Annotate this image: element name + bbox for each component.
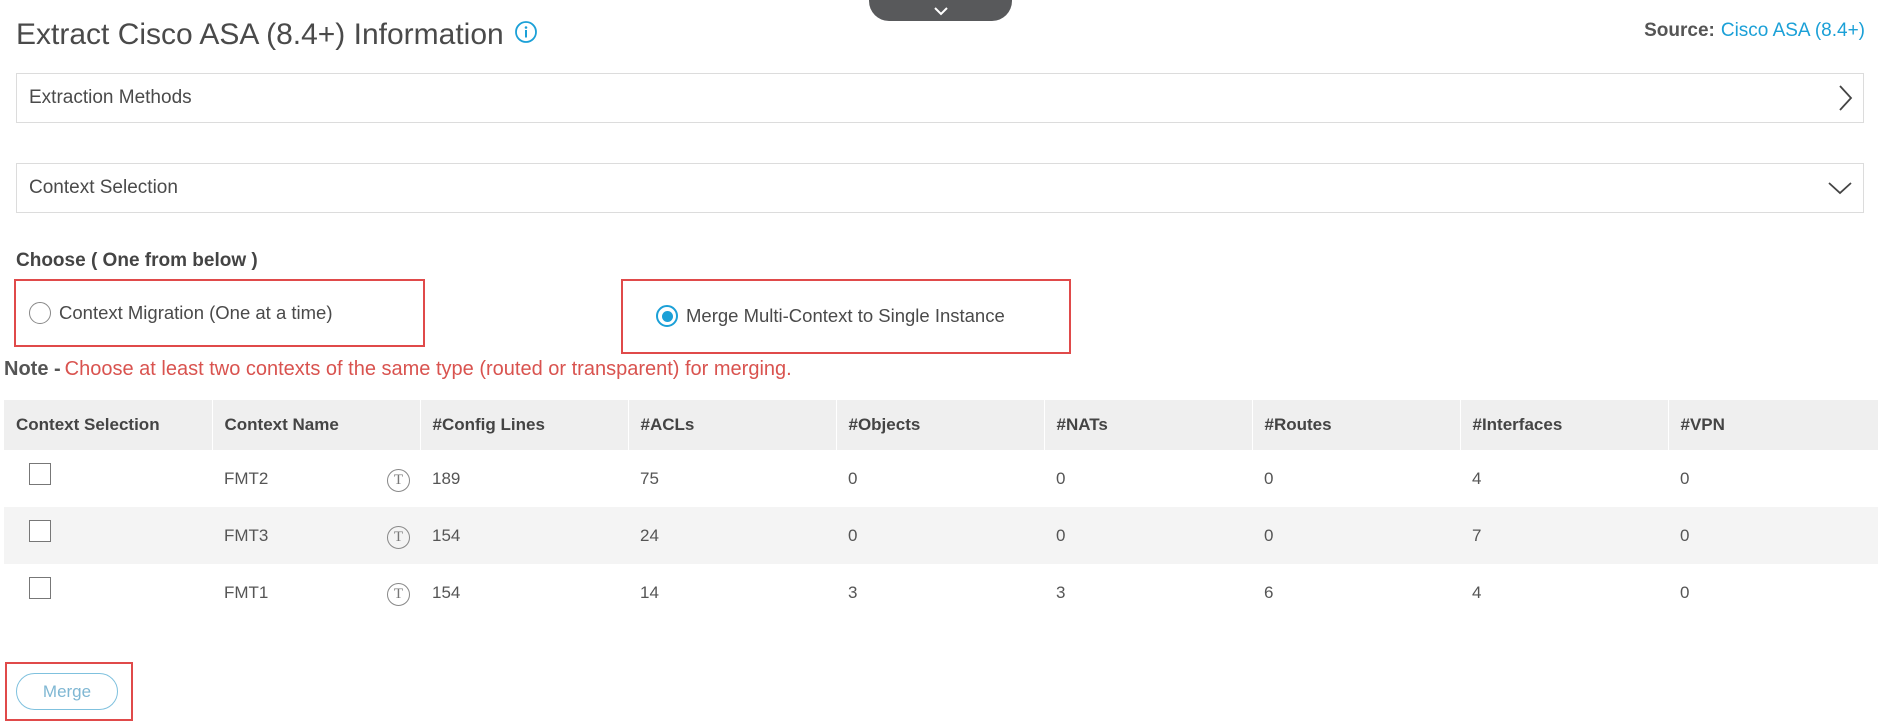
nats-cell: 0 — [1056, 468, 1066, 488]
routes-cell: 0 — [1264, 468, 1274, 488]
table-row: FMT2 T 189 75 0 0 0 4 0 — [4, 450, 1878, 507]
source-label: Source: — [1644, 20, 1715, 41]
merge-note: Note - Choose at least two contexts of th… — [4, 358, 792, 381]
transparent-type-icon: T — [387, 469, 410, 492]
chevron-down-icon — [1828, 182, 1852, 195]
vpn-cell: 0 — [1680, 468, 1690, 488]
column-header: #NATs — [1044, 400, 1253, 450]
merge-button[interactable]: Merge — [16, 673, 118, 710]
objects-cell: 0 — [836, 507, 1044, 564]
routes-cell: 0 — [1252, 507, 1460, 564]
radio-context-migration[interactable]: Context Migration (One at a time) — [29, 302, 333, 324]
note-text: Choose at least two contexts of the same… — [64, 358, 792, 380]
interfaces-cell: 4 — [1472, 582, 1482, 602]
vpn-cell: 0 — [1668, 507, 1878, 564]
context-name: FMT1 — [224, 582, 269, 602]
transparent-type-icon: T — [387, 583, 410, 606]
interfaces-cell: 7 — [1460, 507, 1668, 564]
context-name: FMT3 — [224, 525, 269, 545]
table-header-row: Context Selection Context Name #Config L… — [4, 400, 1879, 450]
chevron-down-icon — [933, 6, 948, 15]
radio-button-context-migration[interactable] — [29, 302, 51, 324]
routes-cell: 6 — [1264, 582, 1274, 602]
choose-heading: Choose ( One from below ) — [16, 250, 258, 271]
source-indicator: Source: Cisco ASA (8.4+) — [1644, 20, 1865, 42]
config-lines-cell: 154 — [432, 582, 461, 602]
info-icon[interactable] — [514, 18, 538, 52]
chevron-right-icon — [1839, 85, 1853, 111]
acls-cell: 24 — [628, 507, 836, 564]
source-value: Cisco ASA (8.4+) — [1720, 20, 1865, 41]
extraction-methods-panel[interactable]: Extraction Methods — [16, 73, 1864, 123]
interfaces-cell: 4 — [1472, 468, 1482, 488]
column-header: #Routes — [1252, 400, 1461, 450]
page-title-row: Extract Cisco ASA (8.4+) Information — [16, 18, 538, 52]
transparent-type-icon: T — [387, 526, 410, 549]
table-row: FMT1 T 154 14 3 3 6 4 0 — [4, 564, 1878, 621]
nats-cell: 0 — [1044, 507, 1252, 564]
note-label: Note - — [4, 358, 61, 380]
context-selection-title: Context Selection — [29, 177, 178, 198]
config-lines-cell: 189 — [432, 468, 461, 488]
context-table: Context Selection Context Name #Config L… — [4, 400, 1879, 621]
acls-cell: 75 — [640, 468, 659, 488]
extraction-methods-title: Extraction Methods — [29, 87, 192, 108]
context-checkbox[interactable] — [29, 463, 51, 486]
radio-button-merge-multi-context[interactable] — [656, 305, 678, 327]
acls-cell: 14 — [640, 582, 659, 602]
collapse-toggle-tab[interactable] — [869, 0, 1012, 21]
context-selection-panel[interactable]: Context Selection — [16, 163, 1864, 213]
context-name: FMT2 — [224, 468, 269, 488]
column-header: #ACLs — [628, 400, 837, 450]
context-checkbox[interactable] — [29, 520, 51, 543]
column-header: #VPN — [1668, 400, 1879, 450]
config-lines-cell: 154 — [420, 507, 628, 564]
context-checkbox[interactable] — [29, 577, 51, 600]
column-header: Context Name — [212, 400, 421, 450]
vpn-cell: 0 — [1680, 582, 1690, 602]
radio-merge-multi-context[interactable]: Merge Multi-Context to Single Instance — [656, 305, 1005, 327]
column-header: Context Selection — [4, 400, 213, 450]
radio-label-context-migration: Context Migration (One at a time) — [59, 302, 333, 323]
radio-label-merge-multi-context: Merge Multi-Context to Single Instance — [686, 305, 1005, 326]
page-title: Extract Cisco ASA (8.4+) Information — [16, 18, 504, 51]
column-header: #Objects — [836, 400, 1045, 450]
objects-cell: 3 — [848, 582, 858, 602]
objects-cell: 0 — [848, 468, 858, 488]
column-header: #Config Lines — [420, 400, 629, 450]
nats-cell: 3 — [1056, 582, 1066, 602]
column-header: #Interfaces — [1460, 400, 1669, 450]
table-row: FMT3 T 154 24 0 0 0 7 0 — [4, 507, 1878, 564]
